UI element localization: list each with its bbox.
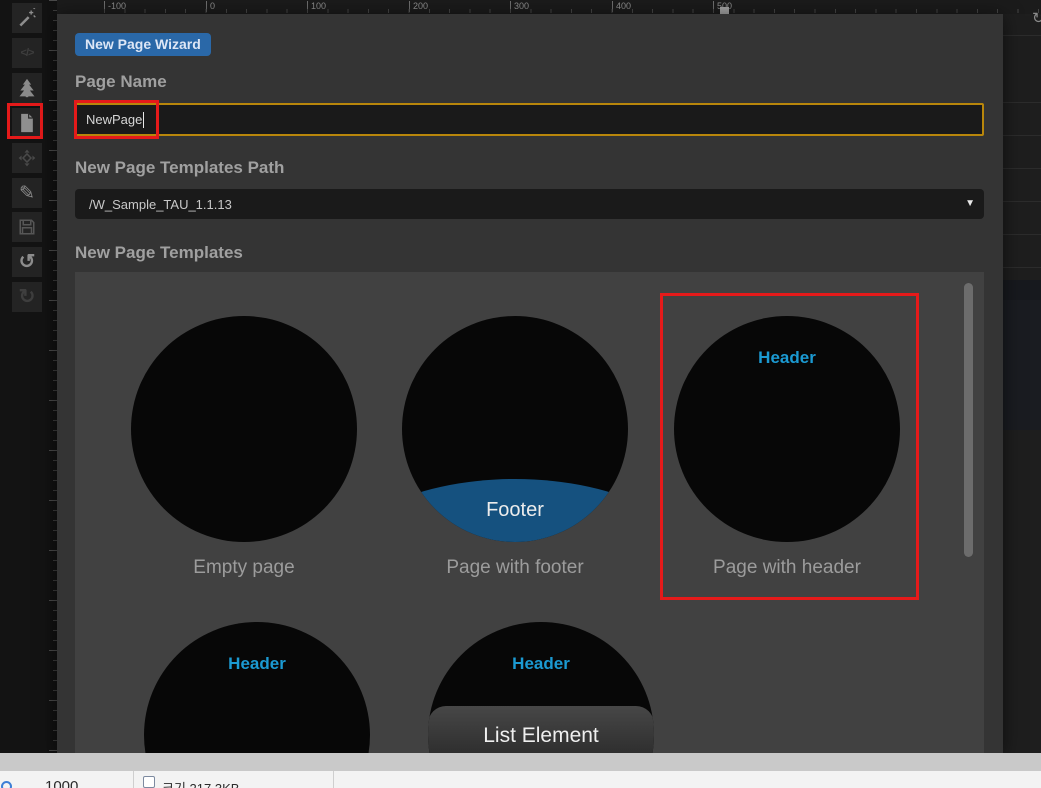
highlight-box-page-name (74, 100, 159, 139)
ruler-tick-label: 0 (206, 1, 215, 12)
ruler-tick-label: 300 (510, 1, 529, 12)
status-left-value: 1000 (45, 778, 78, 788)
redo-icon: ↻ (19, 287, 36, 307)
tree-icon (17, 78, 37, 98)
left-toolbar: </> ✎ ↺ ↻ (0, 0, 47, 753)
right-properties-panel-edge (1003, 14, 1041, 753)
highlight-box-page-with-header (660, 293, 919, 600)
templates-scrollbar[interactable] (964, 283, 973, 557)
ruler-tick-label: 100 (307, 1, 326, 12)
template-caption: Page with footer (385, 557, 645, 579)
footer-text: Footer (402, 499, 628, 522)
status-spinner-icon (1, 781, 12, 788)
pencil-icon: ✎ (19, 182, 35, 205)
ruler-tick-label: 200 (409, 1, 428, 12)
save-icon (18, 218, 36, 236)
tree-button[interactable] (12, 73, 42, 103)
status-divider (133, 771, 134, 788)
edit-pencil-button[interactable]: ✎ (12, 178, 42, 208)
panel-row-dividers (1003, 102, 1041, 268)
vertical-ruler (47, 0, 57, 753)
page-name-label: Page Name (75, 72, 167, 92)
undo-icon: ↺ (19, 252, 36, 272)
panel-segment (1003, 280, 1041, 300)
redo-button[interactable]: ↻ (12, 282, 42, 312)
code-icon: </> (21, 47, 34, 59)
file-size-icon (143, 776, 155, 788)
page-name-input[interactable]: NewPage (75, 103, 984, 136)
app-root: { "ruler": { "labels": ["-100", "0", "10… (0, 0, 1041, 788)
header-text: Header (428, 654, 654, 674)
list-element-text: List Element (428, 724, 654, 748)
magic-wand-icon (17, 8, 37, 28)
panel-row-divider (1003, 35, 1041, 36)
horizontal-ruler: -100 0 100 200 300 400 500 (57, 0, 1041, 14)
header-text: Header (144, 654, 370, 674)
magic-wand-button[interactable] (12, 3, 42, 33)
new-page-wizard-dialog: New Page Wizard Page Name NewPage New Pa… (57, 14, 1003, 753)
templates-path-select[interactable]: /W_Sample_TAU_1.1.13 ▼ (75, 189, 984, 219)
undo-button[interactable]: ↺ (12, 247, 42, 277)
status-divider-bar (0, 753, 1041, 771)
template-header-list-page[interactable]: Header List Element (428, 622, 654, 753)
templates-path-value: /W_Sample_TAU_1.1.13 (89, 197, 232, 212)
move-button[interactable] (12, 143, 42, 173)
wizard-title-badge: New Page Wizard (75, 33, 211, 56)
status-divider (333, 771, 334, 788)
template-empty-page[interactable] (131, 316, 357, 542)
panel-segment (1003, 300, 1041, 430)
save-button[interactable] (12, 212, 42, 242)
ruler-tick-label: 400 (612, 1, 631, 12)
highlight-box-new-page-tool (7, 103, 43, 139)
templates-path-label: New Page Templates Path (75, 158, 284, 178)
template-caption: Empty page (114, 557, 374, 579)
move-icon (17, 148, 37, 168)
status-bar: 1000 크기 217.3KB (0, 771, 1041, 788)
refresh-icon[interactable]: ↻ (1032, 9, 1041, 27)
template-page-with-footer[interactable]: Footer (402, 316, 628, 542)
templates-label: New Page Templates (75, 243, 243, 263)
chevron-down-icon: ▼ (965, 198, 975, 209)
list-element-area: List Element (428, 706, 654, 753)
template-header-page[interactable]: Header (144, 622, 370, 753)
templates-panel: Footer Header Empty page Page with foote… (75, 272, 984, 753)
ruler-tick-label: -100 (104, 1, 126, 12)
code-button[interactable]: </> (12, 38, 42, 68)
file-size-label: 크기 217.3KB (162, 778, 239, 788)
